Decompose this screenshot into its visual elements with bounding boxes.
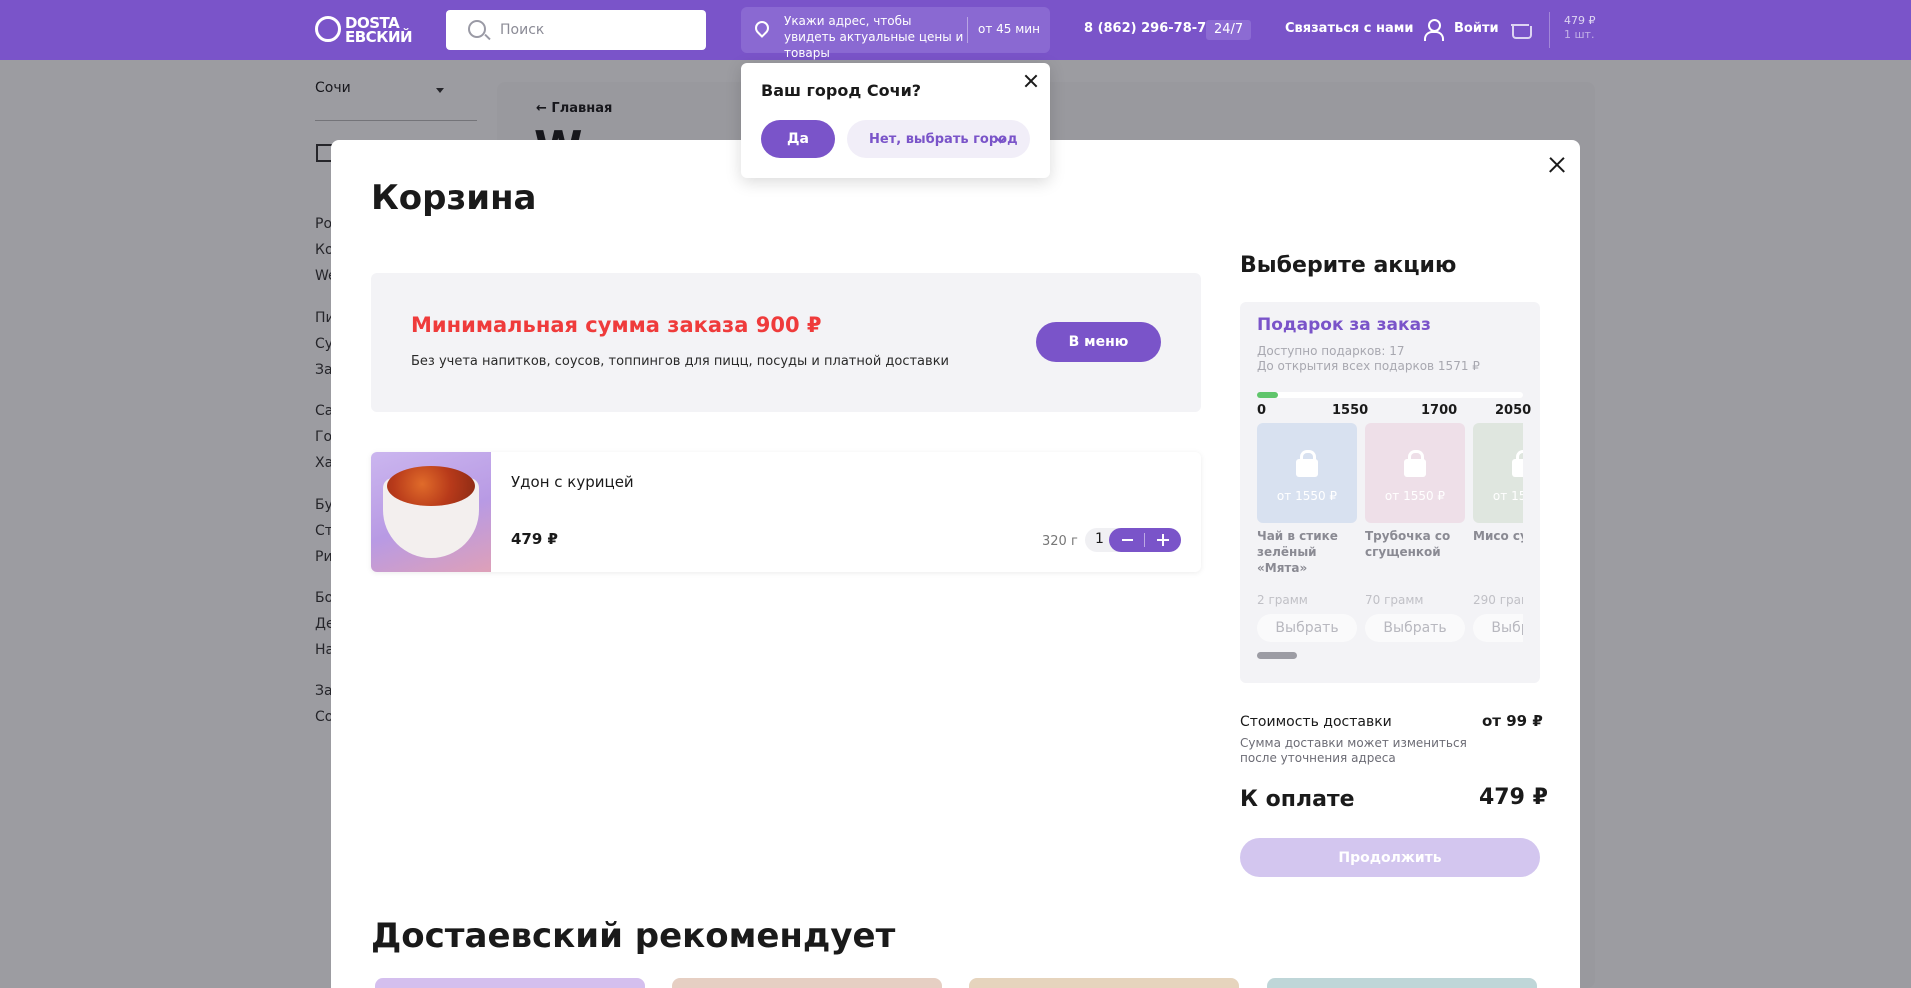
lock-icon — [1296, 450, 1318, 477]
recommend-card[interactable] — [672, 978, 942, 988]
noodle-shape — [387, 466, 475, 506]
confirm-city-button[interactable]: Да — [761, 120, 835, 158]
promo-section-title: Выберите акцию — [1240, 253, 1457, 278]
cart-item-name: Удон с курицей — [511, 473, 634, 491]
gift-progress-fill — [1257, 392, 1279, 398]
close-icon[interactable] — [1546, 154, 1568, 176]
carousel-scrollbar[interactable] — [1257, 652, 1297, 659]
gifts-until-all: До открытия всех подарков 1571 ₽ — [1257, 359, 1480, 373]
decrease-button[interactable] — [1109, 528, 1145, 552]
gift-promo-card: Подарок за заказ Доступно подарков: 17 Д… — [1240, 302, 1540, 683]
gift-carousel[interactable]: от 1550 ₽ Чай в стике зелёный «Мята» 2 г… — [1257, 423, 1523, 653]
hours-badge: 24/7 — [1206, 20, 1252, 40]
select-gift-button[interactable]: Выбрать — [1473, 614, 1523, 642]
logo-text-bottom: ЕВСКИЙ — [345, 28, 413, 46]
recommend-card[interactable] — [375, 978, 645, 988]
gift-price: от 1550 ₽ — [1384, 489, 1446, 503]
delivery-cost-label: Стоимость доставки — [1240, 714, 1392, 730]
cart-item-image — [371, 452, 491, 572]
lock-icon — [1404, 450, 1426, 477]
total-value: 479 ₽ — [1479, 785, 1548, 810]
gift-card: от 1550 ₽ Чай в стике зелёный «Мята» 2 г… — [1257, 423, 1357, 653]
increase-button[interactable] — [1145, 528, 1181, 552]
login-label: Войти — [1454, 21, 1499, 36]
gift-promo-info: Доступно подарков: 17 До открытия всех п… — [1257, 344, 1480, 374]
stepper-controls — [1109, 528, 1181, 552]
continue-button[interactable]: Продолжить — [1240, 838, 1540, 877]
city-confirm-popup: Ваш город Сочи? Да Нет, выбрать город — [741, 63, 1050, 178]
gift-card: от 1550 ₽ Мисо суп 290 грамм Выбрать — [1473, 423, 1523, 653]
gift-name: Трубочка со сгущенкой — [1365, 529, 1451, 559]
progress-tick: 2050 — [1495, 403, 1532, 418]
gift-price: от 1550 ₽ — [1492, 489, 1523, 503]
quantity-stepper: 1 — [1085, 528, 1181, 552]
city-question: Ваш город Сочи? — [761, 81, 922, 100]
gift-name: Чай в стике зелёный «Мята» — [1257, 529, 1338, 575]
logo[interactable]: DOSTA ЕВСКИЙ — [315, 14, 417, 46]
progress-tick: 0 — [1257, 403, 1267, 418]
search-box[interactable] — [446, 10, 706, 50]
recommend-card[interactable] — [969, 978, 1239, 988]
delivery-cost-note: Сумма доставки может измениться после ут… — [1240, 736, 1467, 765]
lock-icon — [1512, 450, 1523, 477]
progress-tick: 1700 — [1421, 403, 1458, 418]
cart-total: 479 ₽ — [1564, 14, 1596, 27]
search-icon — [468, 20, 486, 38]
cart-count: 1 шт. — [1564, 28, 1595, 41]
delivery-cost-value: от 99 ₽ — [1482, 712, 1543, 730]
contact-link[interactable]: Связаться с нами — [1285, 21, 1414, 36]
address-selector[interactable]: Укажи адрес, чтобы увидеть актуальные це… — [741, 7, 1050, 60]
delivery-time: от 45 мин — [978, 22, 1040, 36]
top-header: DOSTA ЕВСКИЙ Укажи адрес, чтобы увидеть … — [0, 0, 1911, 60]
select-gift-button[interactable]: Выбрать — [1257, 614, 1357, 642]
min-order-banner: Минимальная сумма заказа 900 ₽ Без учета… — [371, 273, 1201, 412]
select-gift-button[interactable]: Выбрать — [1365, 614, 1465, 642]
min-order-note: Без учета напитков, соусов, топпингов дл… — [411, 354, 949, 369]
gift-weight: 70 грамм — [1365, 593, 1424, 607]
user-icon — [1423, 19, 1444, 41]
cart-divider — [1549, 12, 1550, 48]
close-icon[interactable] — [1022, 72, 1040, 90]
logo-mark-icon — [315, 16, 341, 42]
min-order-title: Минимальная сумма заказа 900 ₽ — [411, 313, 822, 337]
recommend-card[interactable] — [1267, 978, 1537, 988]
gift-name: Мисо суп — [1473, 529, 1523, 543]
total-label: К оплате — [1240, 787, 1355, 812]
cart-item-weight: 320 г — [1042, 534, 1078, 549]
gift-weight: 2 грамм — [1257, 593, 1308, 607]
recommend-title: Достаевский рекомендует — [371, 916, 896, 956]
address-divider — [967, 17, 968, 43]
progress-tick: 1550 — [1332, 403, 1369, 418]
gift-card: от 1550 ₽ Трубочка со сгущенкой 70 грамм… — [1365, 423, 1465, 653]
gift-progress-track — [1257, 392, 1523, 398]
cart-summary[interactable]: 479 ₽ 1 шт. — [1564, 14, 1596, 42]
search-input[interactable] — [500, 10, 690, 50]
address-prompt: Укажи адрес, чтобы увидеть актуальные це… — [784, 14, 964, 60]
quantity-value: 1 — [1095, 531, 1104, 547]
gift-promo-title: Подарок за заказ — [1257, 315, 1431, 335]
gifts-available: Доступно подарков: 17 — [1257, 344, 1405, 358]
cart-item: Удон с курицей 479 ₽ 320 г 1 — [371, 452, 1201, 572]
cart-title: Корзина — [371, 178, 537, 218]
menu-button[interactable]: В меню — [1036, 322, 1161, 362]
phone-link[interactable]: 8 (862) 296-78-78 — [1084, 21, 1215, 36]
basket-icon[interactable] — [1511, 20, 1532, 39]
location-pin-icon — [752, 18, 772, 38]
gift-weight: 290 грамм — [1473, 593, 1523, 607]
cart-item-price: 479 ₽ — [511, 530, 558, 548]
gift-price: от 1550 ₽ — [1276, 489, 1338, 503]
